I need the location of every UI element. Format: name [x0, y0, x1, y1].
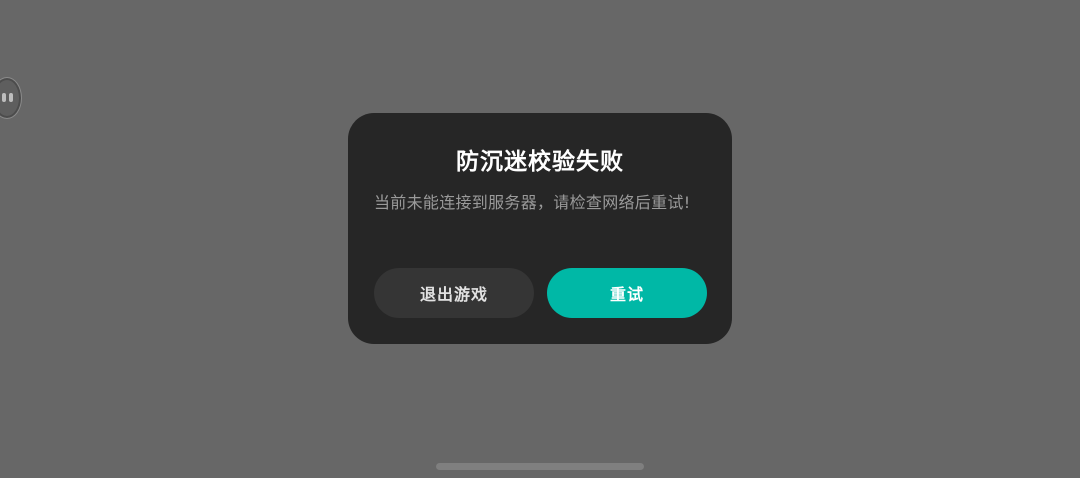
- retry-button[interactable]: 重试: [547, 268, 707, 318]
- home-indicator[interactable]: [436, 463, 644, 470]
- exit-game-button[interactable]: 退出游戏: [374, 268, 534, 318]
- floating-assistant-icon[interactable]: [0, 77, 22, 119]
- dialog-title: 防沉迷校验失败: [456, 149, 624, 175]
- dialog-message: 当前未能连接到服务器，请检查网络后重试!: [374, 193, 691, 212]
- assistant-eye-left: [2, 93, 6, 102]
- assistant-eye-right: [9, 93, 13, 102]
- anti-addiction-dialog: 防沉迷校验失败 当前未能连接到服务器，请检查网络后重试! 退出游戏 重试: [348, 113, 732, 344]
